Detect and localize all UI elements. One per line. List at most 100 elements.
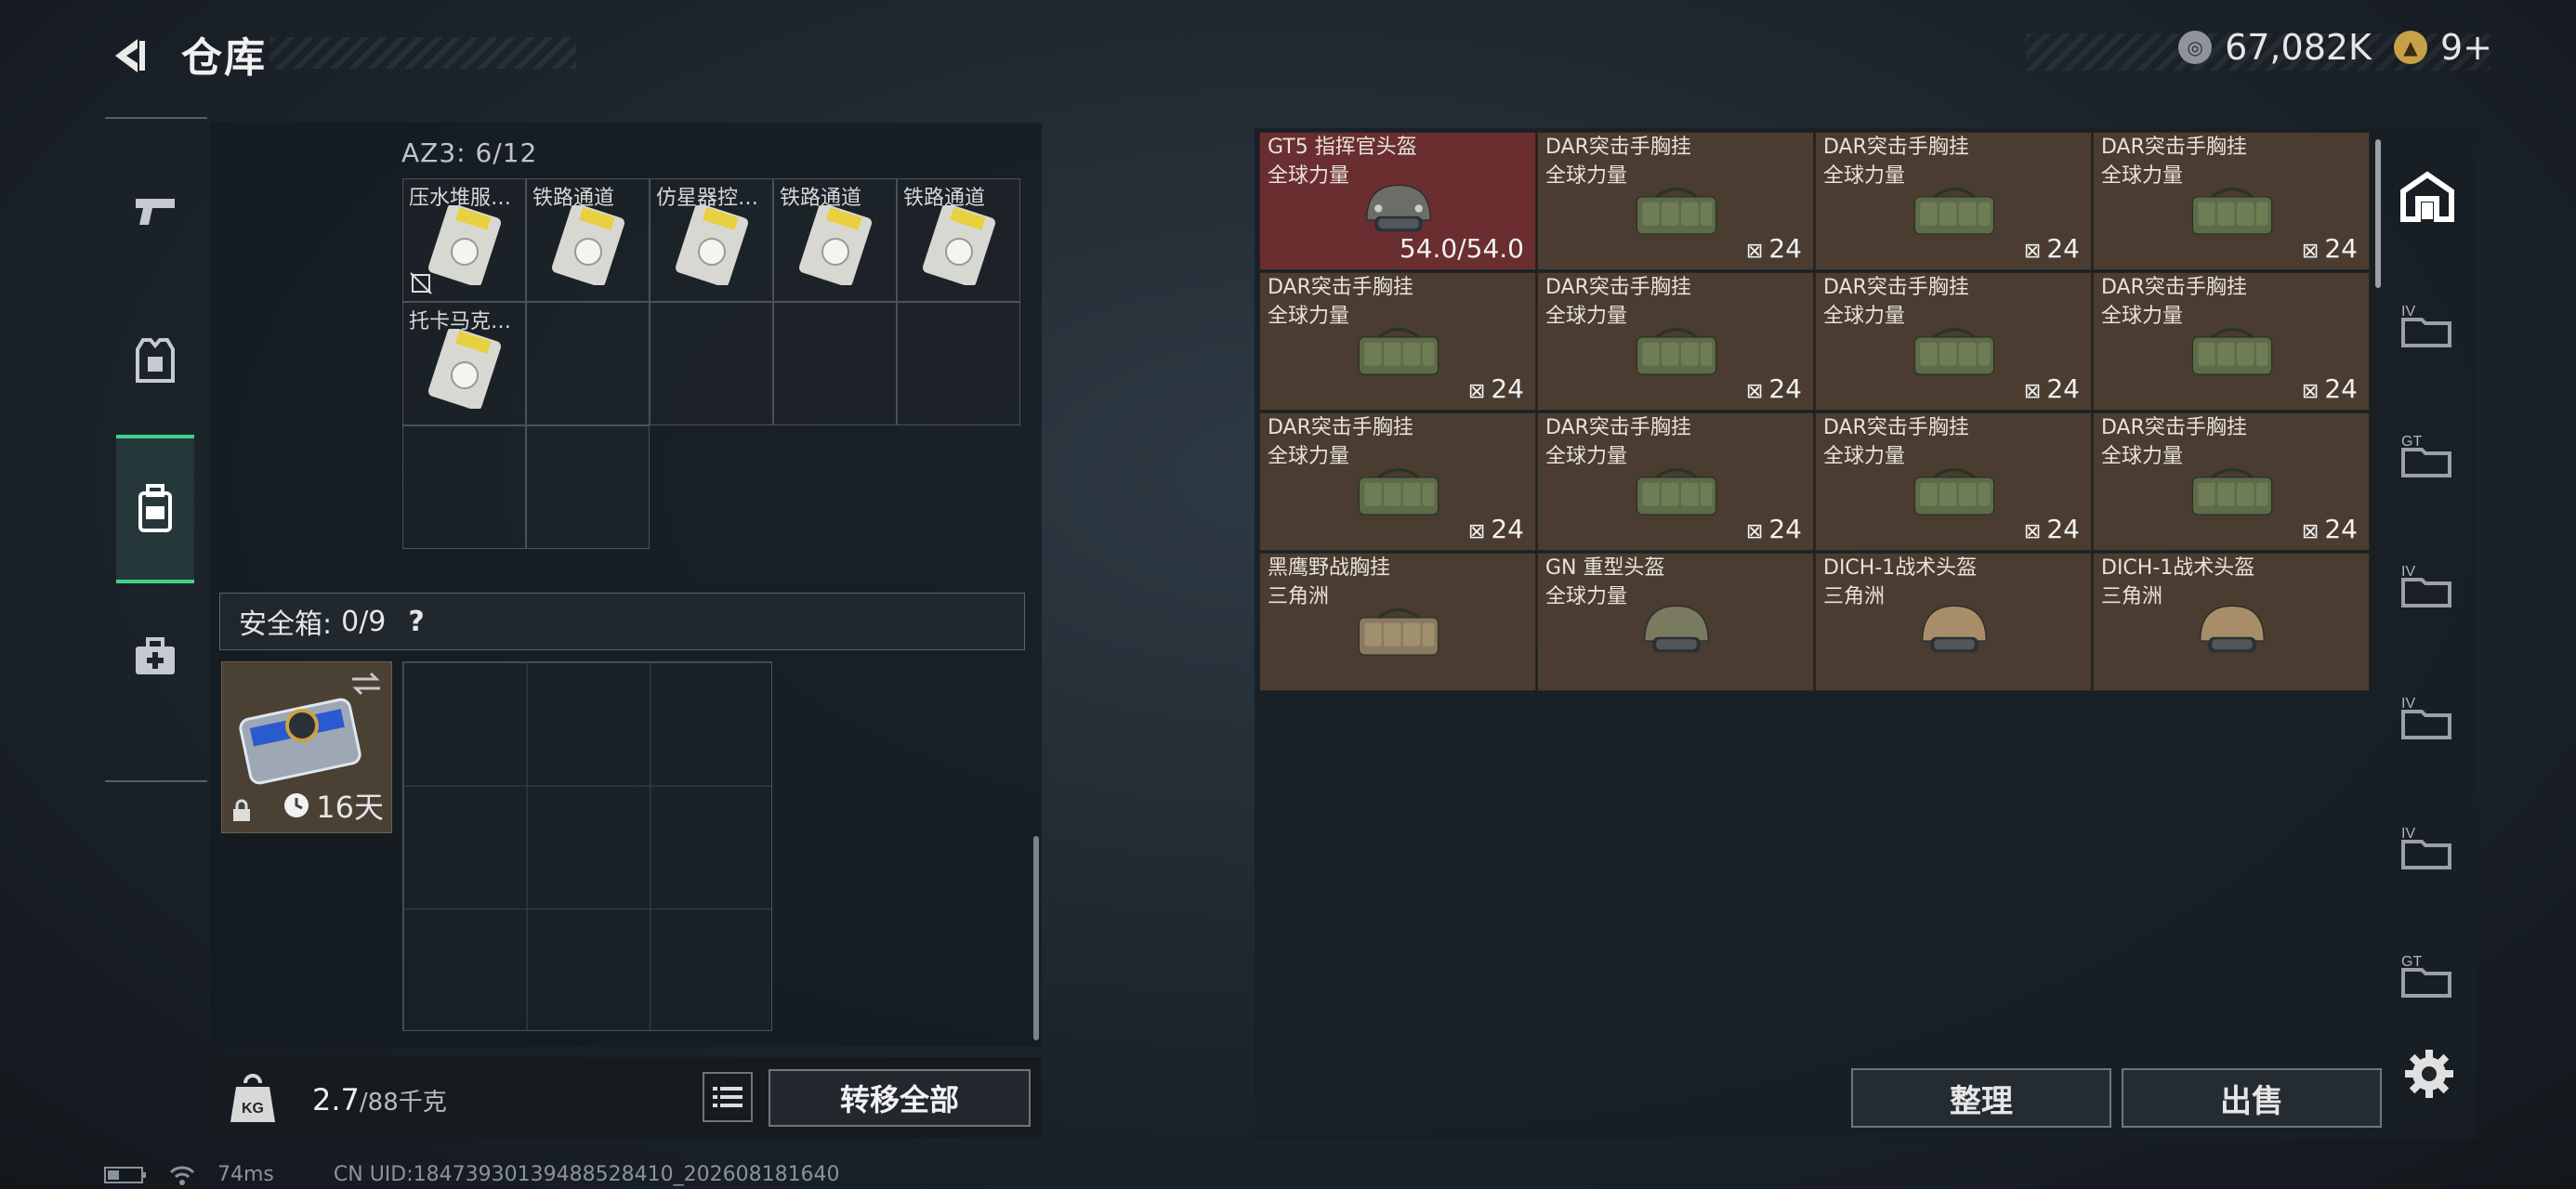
- inventory-item[interactable]: DAR突击手胸挂 全球力量 ⊠ 24: [1537, 132, 1814, 270]
- item-name: DAR突击手胸挂: [1545, 416, 1691, 439]
- tab-storage-iv-d[interactable]: IV: [2388, 791, 2466, 903]
- helmet-icon: [1922, 605, 1987, 653]
- container-slot-empty[interactable]: [897, 302, 1020, 425]
- sort-button[interactable]: 整理: [1851, 1068, 2111, 1128]
- keycard-icon: [427, 205, 502, 285]
- tab-storage-gt-b[interactable]: GT: [2388, 920, 2466, 1031]
- inventory-item[interactable]: GT5 指挥官头盔 全球力量 54.0/54.0: [1259, 132, 1536, 270]
- tab-storage-iv-c[interactable]: IV: [2388, 661, 2466, 773]
- inventory-item[interactable]: DAR突击手胸挂 全球力量 ⊠ 24: [1259, 412, 1536, 551]
- safe-box-item[interactable]: 16天: [221, 661, 392, 833]
- pistol-icon: [136, 199, 175, 225]
- storage-gt-icon: GT: [2401, 434, 2451, 477]
- stack-icon: ⊠: [2023, 520, 2042, 543]
- container-slot-empty[interactable]: [773, 302, 897, 425]
- lock-icon: [233, 799, 250, 821]
- item-count-value: 24: [2324, 514, 2358, 544]
- backpack-icon: [138, 484, 172, 532]
- inventory-item[interactable]: DAR突击手胸挂 全球力量 ⊠ 24: [1815, 412, 2092, 551]
- inventory-item[interactable]: DAR突击手胸挂 全球力量 ⊠ 24: [1815, 272, 2092, 411]
- vest-icon: [136, 338, 175, 383]
- clock-icon: [284, 793, 309, 817]
- item-name: DAR突击手胸挂: [1545, 276, 1691, 299]
- item-count-value: 54.0/54.0: [1399, 233, 1524, 264]
- container-slot[interactable]: 托卡马克…: [402, 302, 526, 425]
- svg-text:IV: IV: [2401, 304, 2415, 320]
- item-count: ⊠ 24: [2302, 373, 2358, 404]
- swap-icon[interactable]: [350, 672, 382, 696]
- safe-count: 0/9: [341, 605, 387, 638]
- container-slot[interactable]: 铁路通道: [526, 178, 650, 302]
- item-name: DAR突击手胸挂: [1545, 136, 1691, 159]
- nav-weapons[interactable]: [116, 137, 194, 286]
- inventory-item[interactable]: 黑鹰野战胸挂 三角洲: [1259, 553, 1536, 691]
- tab-warehouse-home[interactable]: [2388, 141, 2466, 253]
- stack-icon: ⊠: [2301, 380, 2320, 403]
- container-slot[interactable]: 铁路通道: [897, 178, 1020, 302]
- container-slot-empty[interactable]: [402, 425, 526, 549]
- container-slot[interactable]: 铁路通道: [773, 178, 897, 302]
- item-count-value: 24: [2324, 233, 2358, 264]
- tab-storage-gt[interactable]: GT: [2388, 399, 2466, 511]
- inventory-item[interactable]: DAR突击手胸挂 全球力量 ⊠ 24: [1259, 272, 1536, 411]
- item-count-value: 24: [1491, 373, 1524, 404]
- safe-timer: 16天: [283, 784, 384, 827]
- stack-icon: ⊠: [2301, 520, 2320, 543]
- stack-icon: ⊠: [1745, 380, 1764, 403]
- item-count-value: 24: [2324, 373, 2358, 404]
- sell-button[interactable]: 出售: [2122, 1068, 2382, 1128]
- back-button[interactable]: [102, 28, 158, 84]
- svg-text:IV: IV: [2401, 696, 2415, 712]
- inventory-item[interactable]: DAR突击手胸挂 全球力量 ⊠ 24: [1537, 412, 1814, 551]
- helmet-icon: [2200, 605, 2265, 653]
- storage-gt-b-icon: GT: [2401, 954, 2451, 998]
- safe-box-grid[interactable]: [402, 661, 772, 1031]
- inventory-item[interactable]: DICH-1战术头盔 三角洲: [2093, 553, 2370, 691]
- inventory-item[interactable]: DICH-1战术头盔 三角洲: [1815, 553, 2092, 691]
- battery-icon: [104, 1166, 146, 1183]
- inventory-item[interactable]: DAR突击手胸挂 全球力量 ⊠ 24: [2093, 272, 2370, 411]
- svg-text:IV: IV: [2401, 826, 2415, 842]
- nav-armor[interactable]: [116, 286, 194, 435]
- wifi-icon: [169, 1166, 195, 1185]
- item-count: ⊠ 24: [2302, 514, 2358, 544]
- svg-text:GT: GT: [2401, 954, 2422, 970]
- stack-icon: ⊠: [1745, 240, 1764, 263]
- item-count: ⊠ 24: [1468, 514, 1524, 544]
- inventory-item[interactable]: DAR突击手胸挂 全球力量 ⊠ 24: [2093, 412, 2370, 551]
- container-slot[interactable]: 压水堆服…: [402, 178, 526, 302]
- help-button[interactable]: ?: [408, 606, 424, 638]
- nav-backpack[interactable]: [116, 435, 194, 583]
- inventory-item[interactable]: DAR突击手胸挂 全球力量 ⊠ 24: [2093, 132, 2370, 270]
- item-count: ⊠ 24: [1746, 373, 1802, 404]
- container-slot[interactable]: 仿星器控…: [650, 178, 773, 302]
- item-name: 黑鹰野战胸挂: [1268, 556, 1391, 580]
- item-name: DAR突击手胸挂: [1823, 416, 1969, 439]
- item-count-value: 24: [1491, 514, 1524, 544]
- nav-supplies[interactable]: [116, 583, 194, 732]
- medkit-icon: [136, 637, 175, 674]
- inventory-item[interactable]: GN 重型头盔 全球力量: [1537, 553, 1814, 691]
- item-count: ⊠ 24: [1746, 233, 1802, 264]
- inventory-scrollbar[interactable]: [2375, 139, 2381, 288]
- coin-icon: ◎: [2178, 31, 2213, 64]
- list-view-button[interactable]: [703, 1072, 753, 1122]
- tab-storage-iv-b[interactable]: IV: [2388, 529, 2466, 641]
- inventory-item[interactable]: DAR突击手胸挂 全球力量 ⊠ 24: [1537, 272, 1814, 411]
- tab-storage-iv[interactable]: IV: [2388, 269, 2466, 381]
- currency-display: ◎ 67,082K ▲ 9+: [2178, 24, 2492, 71]
- item-name: GT5 指挥官头盔: [1268, 136, 1417, 159]
- item-name: DAR突击手胸挂: [1823, 136, 1969, 159]
- transfer-all-button[interactable]: 转移全部: [769, 1069, 1031, 1127]
- inventory-item[interactable]: DAR突击手胸挂 全球力量 ⊠ 24: [1815, 132, 2092, 270]
- container-slot-empty[interactable]: [650, 302, 773, 425]
- container-slot-empty[interactable]: [526, 425, 650, 549]
- back-arrow-icon: [115, 39, 145, 72]
- safe-box-header: 安全箱: 0/9 ?: [219, 593, 1025, 650]
- item-name: DICH-1战术头盔: [2101, 556, 2255, 580]
- gear-icon[interactable]: [2401, 1046, 2457, 1102]
- keycard-icon: [922, 205, 996, 285]
- storage-iv-c-icon: IV: [2401, 696, 2451, 739]
- left-scrollbar[interactable]: [1033, 836, 1039, 1040]
- container-slot-empty[interactable]: [526, 302, 650, 425]
